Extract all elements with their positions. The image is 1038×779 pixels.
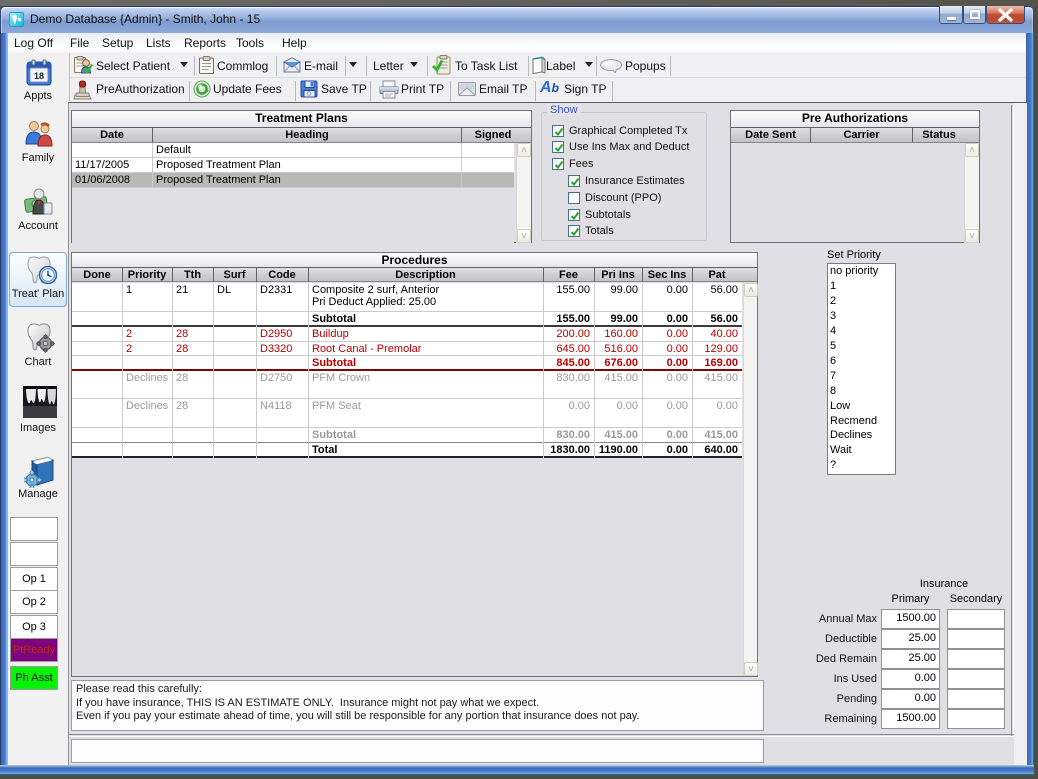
svg-text:18: 18 [34,71,44,81]
